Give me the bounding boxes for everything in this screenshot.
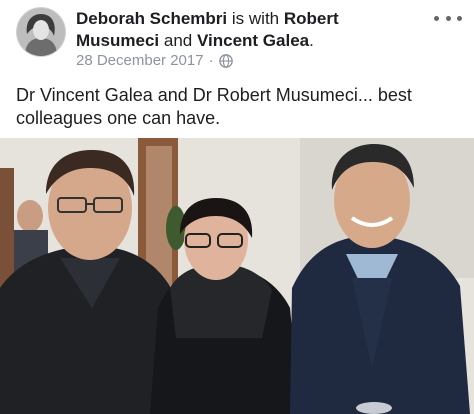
photo-image — [0, 138, 474, 414]
post-text: Dr Vincent Galea and Dr Robert Musumeci.… — [16, 85, 412, 128]
author-name[interactable]: Deborah Schembri — [76, 9, 227, 28]
post-header: Deborah Schembri is with Robert Musumeci… — [76, 8, 396, 52]
avatar-photo — [17, 8, 65, 56]
more-options-icon[interactable] — [434, 10, 462, 26]
with-label: is with — [231, 9, 280, 28]
header-period: . — [309, 31, 314, 50]
author-avatar[interactable] — [16, 7, 66, 57]
meta-separator: · — [208, 52, 214, 69]
post-photo[interactable] — [0, 138, 474, 414]
dot-3 — [457, 15, 462, 21]
and-label: and — [163, 31, 193, 50]
globe-icon[interactable] — [218, 53, 233, 68]
facebook-post: Deborah Schembri is with Robert Musumeci… — [0, 0, 474, 414]
post-date[interactable]: 28 December 2017 — [76, 52, 204, 69]
tagged-person-2[interactable]: Vincent Galea — [197, 31, 309, 50]
post-meta: 28 December 2017 · — [76, 52, 233, 69]
dot-2 — [445, 15, 451, 21]
dot-1 — [434, 15, 439, 21]
